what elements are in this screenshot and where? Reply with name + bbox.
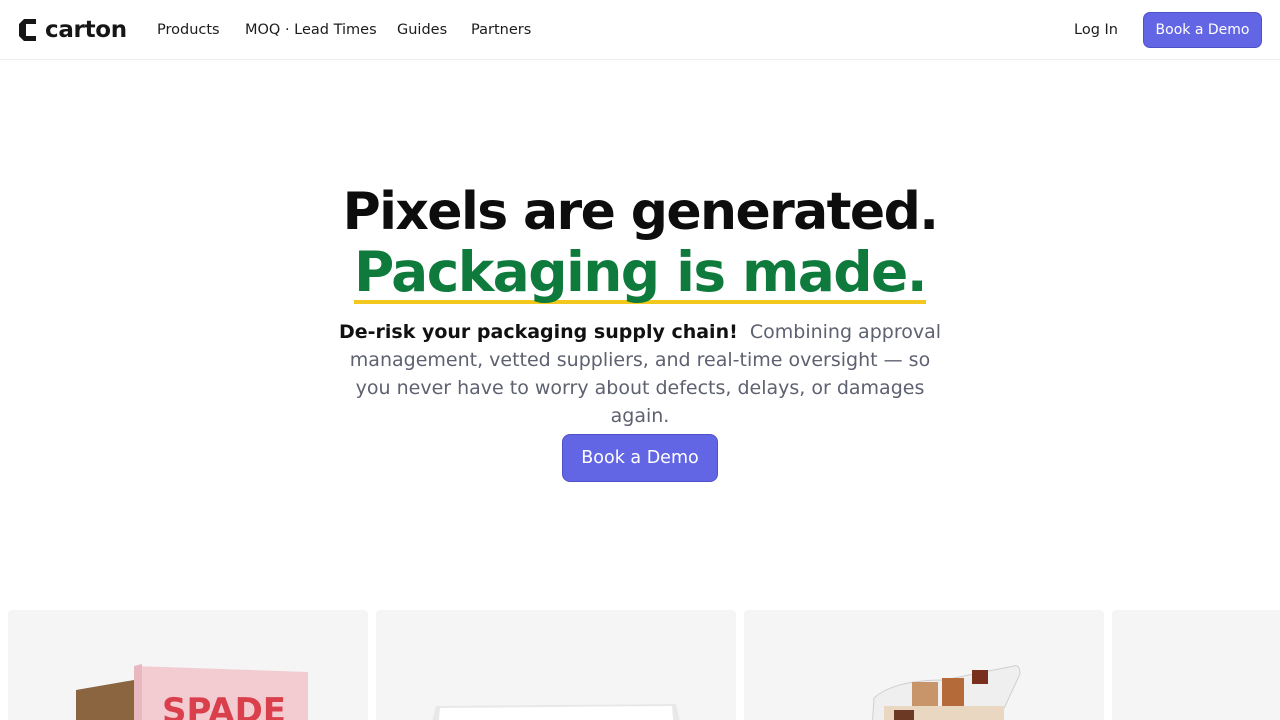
product-card[interactable]: [744, 610, 1104, 720]
nav-item-guides[interactable]: Guides: [397, 20, 447, 40]
product-card[interactable]: [376, 610, 736, 720]
hero-title-line-1: Pixels are generated.: [342, 182, 939, 242]
white-box-image: [432, 704, 680, 720]
site-header: carton Products MOQ · Lead Times Guides …: [0, 0, 1280, 60]
hero-title-line-2-wrapper: Packaging is made.: [0, 241, 1280, 304]
hero-title-line-2: Packaging is made.: [353, 240, 928, 304]
hero-subtitle-bold: De-risk your packaging supply chain!: [338, 321, 738, 343]
hero-book-demo-button[interactable]: Book a Demo: [562, 434, 718, 482]
product-card[interactable]: [1112, 610, 1280, 720]
label-roll-image: [872, 665, 1021, 720]
carton-logo[interactable]: carton: [17, 14, 127, 46]
nav-item-partners[interactable]: Partners: [471, 20, 531, 40]
login-link[interactable]: Log In: [1074, 20, 1118, 40]
nav-item-products[interactable]: Products: [157, 20, 220, 40]
box-print-text: SPADE: [162, 691, 286, 720]
header-book-demo-button[interactable]: Book a Demo: [1143, 12, 1262, 48]
shipping-box-image: SPADE: [76, 664, 308, 720]
nav-item-moq-lead-times[interactable]: MOQ · Lead Times: [245, 20, 377, 40]
carton-logo-icon: [19, 19, 36, 41]
brand-name: carton: [45, 16, 127, 43]
product-card[interactable]: SPADE: [8, 610, 368, 720]
hero-subtitle: De-risk your packaging supply chain! Com…: [330, 318, 950, 430]
